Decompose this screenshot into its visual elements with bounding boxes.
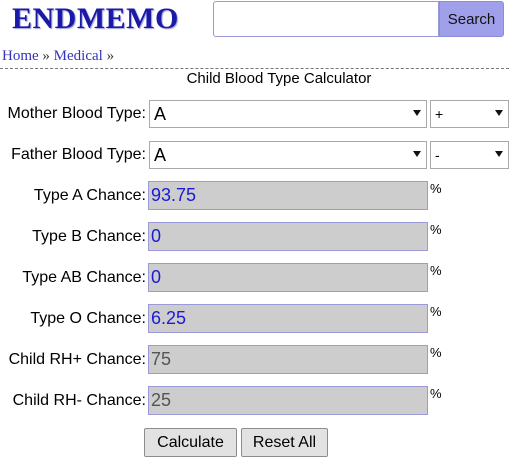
mother-rh-select[interactable]: + [430, 100, 509, 128]
percent-unit: % [430, 181, 442, 196]
type-ab-chance-field[interactable]: 0 [148, 263, 428, 292]
percent-unit: % [430, 304, 442, 319]
breadcrumb-home-link[interactable]: Home [2, 48, 39, 64]
mother-rh-value: + [435, 106, 444, 122]
child-rh-positive-chance-field[interactable]: 75 [148, 345, 428, 374]
father-rh-select[interactable]: - [430, 141, 509, 169]
percent-unit: % [430, 386, 442, 401]
chevron-down-icon [413, 151, 421, 157]
type-o-chance-field[interactable]: 6.25 [148, 304, 428, 333]
type-o-chance-label: Type O Chance: [30, 310, 146, 327]
father-blood-type-value: A [154, 144, 167, 165]
mother-blood-type-select[interactable]: A [149, 100, 427, 128]
chevron-down-icon [413, 110, 421, 116]
father-blood-type-select[interactable]: A [149, 141, 427, 169]
type-b-chance-label: Type B Chance: [32, 228, 146, 245]
breadcrumb-medical-link[interactable]: Medical [54, 48, 103, 64]
site-logo[interactable]: ENDMEMO [12, 2, 179, 36]
mother-blood-type-label: Mother Blood Type: [7, 105, 146, 122]
child-rh-positive-chance-label: Child RH+ Chance: [8, 351, 146, 368]
calculate-button[interactable]: Calculate [144, 428, 237, 457]
page-title: Child Blood Type Calculator [186, 70, 372, 87]
mother-blood-type-value: A [154, 103, 167, 124]
type-ab-chance-label: Type AB Chance: [22, 269, 146, 286]
reset-all-button[interactable]: Reset All [241, 428, 328, 457]
father-rh-value: - [435, 147, 440, 163]
percent-unit: % [430, 263, 442, 278]
chevron-down-icon [495, 110, 503, 116]
percent-unit: % [430, 222, 442, 237]
breadcrumb-separator: » [106, 48, 115, 64]
percent-unit: % [430, 345, 442, 360]
breadcrumb-separator: » [42, 48, 50, 64]
type-a-chance-field[interactable]: 93.75 [148, 181, 428, 210]
search-button[interactable]: Search [439, 1, 504, 37]
chevron-down-icon [495, 151, 503, 157]
child-rh-negative-chance-field[interactable]: 25 [148, 386, 428, 415]
search-input[interactable] [213, 1, 439, 37]
father-blood-type-label: Father Blood Type: [11, 146, 146, 163]
child-rh-negative-chance-label: Child RH- Chance: [12, 392, 146, 409]
type-b-chance-field[interactable]: 0 [148, 222, 428, 251]
breadcrumb: Home » Medical » [2, 48, 114, 65]
divider [0, 68, 509, 69]
type-a-chance-label: Type A Chance: [33, 187, 146, 204]
